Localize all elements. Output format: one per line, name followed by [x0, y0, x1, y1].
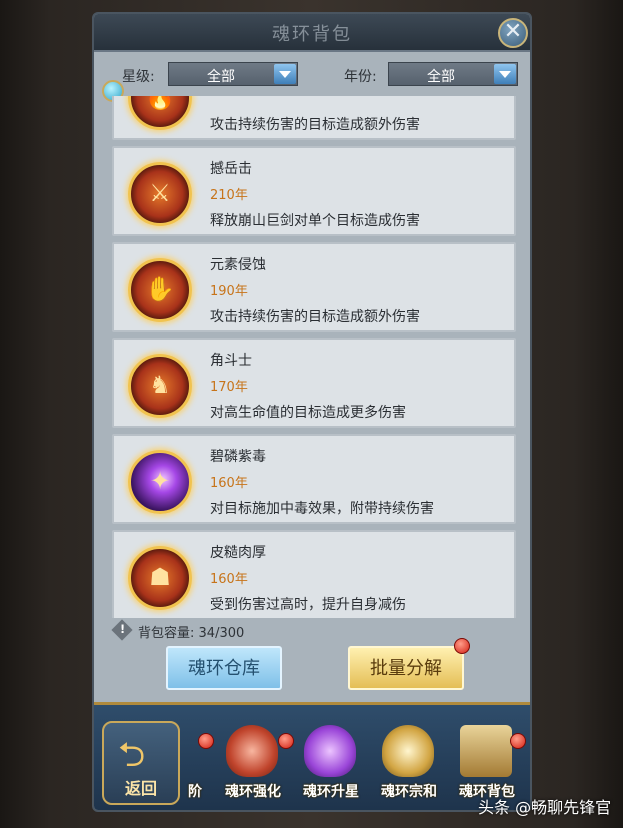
bag-book-icon: [460, 725, 512, 777]
item-years: 160年: [210, 476, 248, 491]
star-filter-select[interactable]: 全部: [168, 62, 298, 86]
tab-soul-ring-star[interactable]: 魂环升星: [294, 719, 368, 809]
tab-label: 魂环宗和: [381, 784, 437, 800]
capacity-label: 背包容量:: [138, 626, 195, 641]
panel-title: 魂环背包: [272, 24, 352, 45]
item-desc: 受到伤害过高时，提升自身减伤: [210, 597, 406, 613]
capacity-value: 34/300: [198, 626, 245, 641]
item-years: 190年: [210, 284, 248, 299]
list-item[interactable]: 🔥 攻击持续伤害的目标造成额外伤害: [112, 96, 516, 140]
tab-label: 魂环强化: [225, 784, 281, 800]
close-button[interactable]: ✕: [498, 18, 528, 48]
tab-label: 阶: [188, 784, 202, 800]
item-name: 碧磷紫毒: [210, 449, 266, 465]
purple-crystal-icon: [304, 725, 356, 777]
item-name: 撼岳击: [210, 161, 252, 177]
armor-ring-icon: ☗: [128, 546, 192, 610]
back-button[interactable]: ⮌ 返回: [102, 721, 180, 805]
fire-hands-ring-icon: ✋: [128, 258, 192, 322]
list-item[interactable]: ☗ 皮糙肉厚 160年 受到伤害过高时，提升自身减伤: [112, 530, 516, 618]
list-item[interactable]: ⚔ 撼岳击 210年 释放崩山巨剑对单个目标造成伤害: [112, 146, 516, 236]
item-years: 160年: [210, 572, 248, 587]
item-desc: 对目标施加中毒效果，附带持续伤害: [210, 501, 434, 517]
notification-dot-icon: [278, 733, 294, 749]
notification-dot-icon: [510, 733, 526, 749]
item-name: 元素侵蚀: [210, 257, 266, 273]
star-filter-value: 全部: [207, 69, 235, 85]
item-desc: 攻击持续伤害的目标造成额外伤害: [210, 309, 420, 325]
batch-decompose-button[interactable]: 批量分解: [348, 646, 464, 690]
year-filter-value: 全部: [427, 69, 455, 85]
back-label: 返回: [124, 779, 157, 798]
chevron-down-icon[interactable]: [274, 64, 296, 84]
list-item[interactable]: ♞ 角斗士 170年 对高生命值的目标造成更多伤害: [112, 338, 516, 428]
warning-icon: !: [111, 619, 133, 641]
watermark: 头条 @畅聊先锋官: [478, 798, 612, 817]
tab-soul-ring-enhance[interactable]: 魂环强化: [216, 719, 290, 809]
list-item[interactable]: ✋ 元素侵蚀 190年 攻击持续伤害的目标造成额外伤害: [112, 242, 516, 332]
notification-dot-icon: [454, 638, 470, 654]
filter-row: 星级: 全部 年份: 全部: [94, 62, 530, 88]
soul-ring-bag-panel: 魂环背包 ✕ 星级: 全部 年份: 全部 🔥 攻击持续伤害的目标造成额外伤害 ⚔…: [92, 12, 532, 812]
item-name: 角斗士: [210, 353, 252, 369]
chevron-down-icon[interactable]: [494, 64, 516, 84]
title-bar: 魂环背包 ✕: [94, 14, 530, 52]
gladiator-ring-icon: ♞: [128, 354, 192, 418]
flame-ring-icon: 🔥: [128, 96, 192, 130]
item-desc: 攻击持续伤害的目标造成额外伤害: [210, 117, 420, 133]
capacity-text: 背包容量: 34/300: [138, 622, 244, 641]
bottom-nav: ⮌ 返回 阶 魂环强化 魂环升星 魂环宗和 魂环背包: [94, 702, 530, 810]
soul-ring-warehouse-button[interactable]: 魂环仓库: [166, 646, 282, 690]
notification-dot-icon: [198, 733, 214, 749]
red-crystal-icon: [226, 725, 278, 777]
star-filter-label: 星级:: [122, 69, 155, 85]
tab-soul-ring-merge[interactable]: 魂环宗和: [372, 719, 446, 809]
list-item[interactable]: ✦ 碧磷紫毒 160年 对目标施加中毒效果，附带持续伤害: [112, 434, 516, 524]
item-desc: 对高生命值的目标造成更多伤害: [210, 405, 406, 421]
item-name: 皮糙肉厚: [210, 545, 266, 561]
item-years: 210年: [210, 188, 248, 203]
trident-icon: [382, 725, 434, 777]
poison-ring-icon: ✦: [128, 450, 192, 514]
year-filter-label: 年份:: [344, 69, 377, 85]
item-desc: 释放崩山巨剑对单个目标造成伤害: [210, 213, 420, 229]
soul-ring-list[interactable]: 🔥 攻击持续伤害的目标造成额外伤害 ⚔ 撼岳击 210年 释放崩山巨剑对单个目标…: [112, 96, 516, 618]
tab-label: 魂环升星: [303, 784, 359, 800]
item-years: 170年: [210, 380, 248, 395]
year-filter-select[interactable]: 全部: [388, 62, 518, 86]
sword-ring-icon: ⚔: [128, 162, 192, 226]
